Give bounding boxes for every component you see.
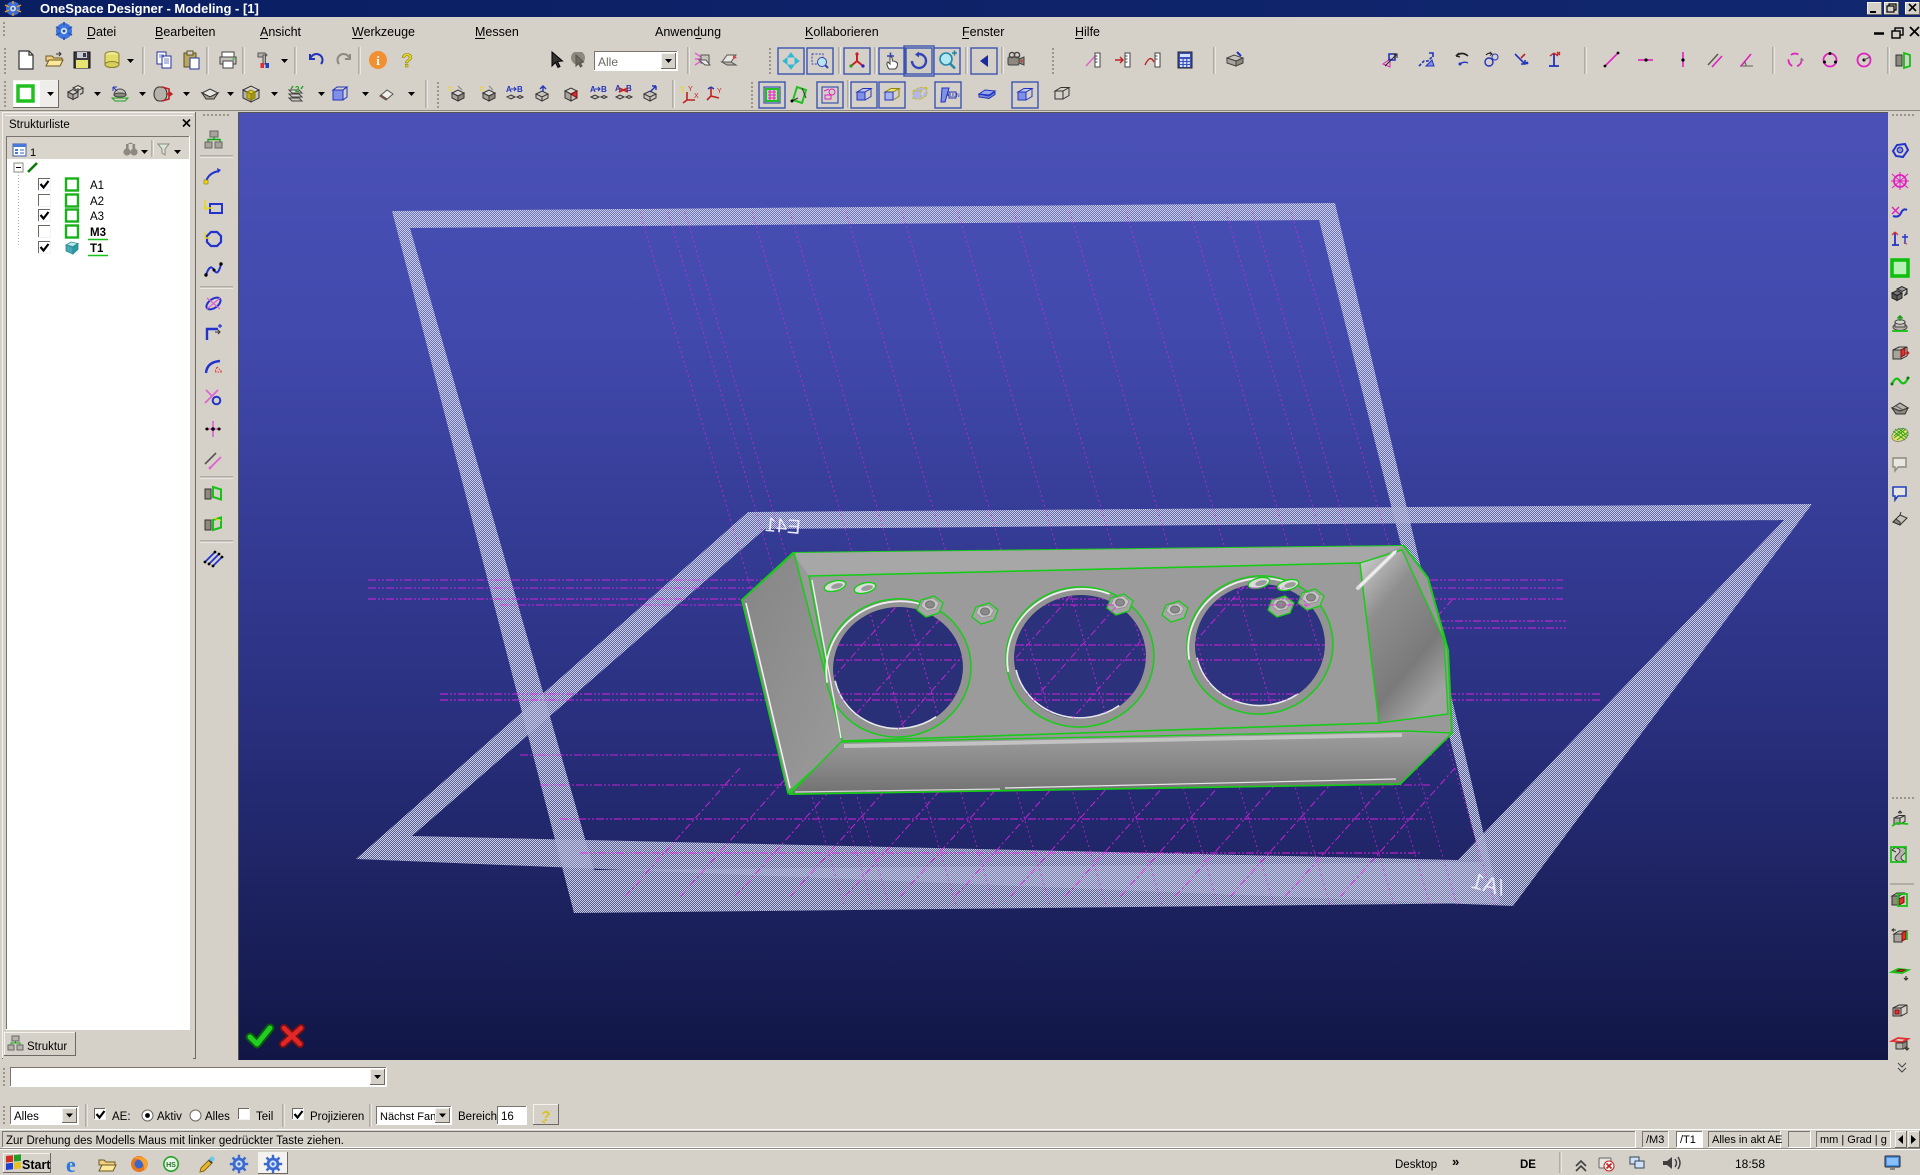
svg-text:18:58: 18:58	[1735, 1157, 1765, 1171]
svg-text:T1: T1	[90, 243, 104, 255]
svg-text:Alles in akt AE: Alles in akt AE	[1712, 1134, 1782, 1146]
svg-text:/M3: /M3	[1646, 1134, 1664, 1146]
svg-text:Struktur: Struktur	[27, 1041, 67, 1053]
svg-text:Alles: Alles	[14, 1111, 39, 1123]
svg-text:Nächst Fang: Nächst Fang	[380, 1111, 442, 1123]
svg-text:X: X	[694, 93, 699, 100]
svg-text:Hilfe: Hilfe	[1075, 25, 1100, 39]
svg-text:DE: DE	[1520, 1159, 1536, 1171]
svg-text:Alles: Alles	[205, 1111, 230, 1123]
svg-text:Bearbeiten: Bearbeiten	[155, 25, 216, 39]
svg-text:»: »	[1452, 1154, 1459, 1169]
svg-text:Start: Start	[22, 1158, 51, 1172]
svg-text:Anwendung: Anwendung	[655, 25, 721, 39]
svg-text:AE:: AE:	[112, 1111, 131, 1123]
svg-text:?: ?	[401, 51, 413, 72]
svg-text:2: 2	[295, 85, 300, 94]
svg-text:i: i	[376, 53, 380, 68]
svg-text:B: B	[601, 85, 607, 94]
svg-text:Y: Y	[688, 86, 693, 93]
svg-text:Desktop: Desktop	[1395, 1159, 1437, 1171]
svg-text:Teil: Teil	[256, 1111, 273, 1123]
svg-text:Fenster: Fenster	[962, 25, 1004, 39]
svg-text:e: e	[66, 1152, 76, 1175]
svg-text:Datei: Datei	[87, 25, 116, 39]
svg-text:1: 1	[30, 147, 36, 159]
svg-text:A1: A1	[90, 180, 104, 192]
svg-text:Kollaborieren: Kollaborieren	[805, 25, 879, 39]
svg-text:Y: Y	[717, 88, 722, 95]
svg-text:ULN: ULN	[950, 93, 960, 99]
svg-text:HS: HS	[166, 1162, 176, 1169]
svg-text:OneSpace Designer - Modeling -: OneSpace Designer - Modeling - [1]	[40, 1, 259, 16]
svg-text:Strukturliste: Strukturliste	[9, 119, 70, 131]
svg-text:Aktiv: Aktiv	[157, 1111, 182, 1123]
svg-text:16: 16	[501, 1111, 514, 1123]
svg-text:Zur Drehung des Modells Maus m: Zur Drehung des Modells Maus mit linker …	[6, 1135, 344, 1147]
svg-text:M3: M3	[90, 227, 106, 239]
svg-text:Alle: Alle	[598, 55, 618, 69]
svg-text:/T1: /T1	[1680, 1134, 1696, 1146]
svg-text:?: ?	[541, 1108, 550, 1125]
svg-text:B: B	[517, 85, 523, 94]
svg-text:A2: A2	[90, 196, 104, 208]
svg-text:Werkzeuge: Werkzeuge	[352, 25, 415, 39]
svg-text:E41: E41	[764, 514, 801, 539]
svg-text:Messen: Messen	[475, 25, 519, 39]
svg-text:A3: A3	[90, 211, 104, 223]
svg-text:mm | Grad | g: mm | Grad | g	[1820, 1134, 1887, 1146]
svg-text:Bereich:: Bereich:	[458, 1111, 500, 1123]
svg-text:Ansicht: Ansicht	[260, 25, 302, 39]
svg-text:Projizieren: Projizieren	[310, 1111, 364, 1123]
